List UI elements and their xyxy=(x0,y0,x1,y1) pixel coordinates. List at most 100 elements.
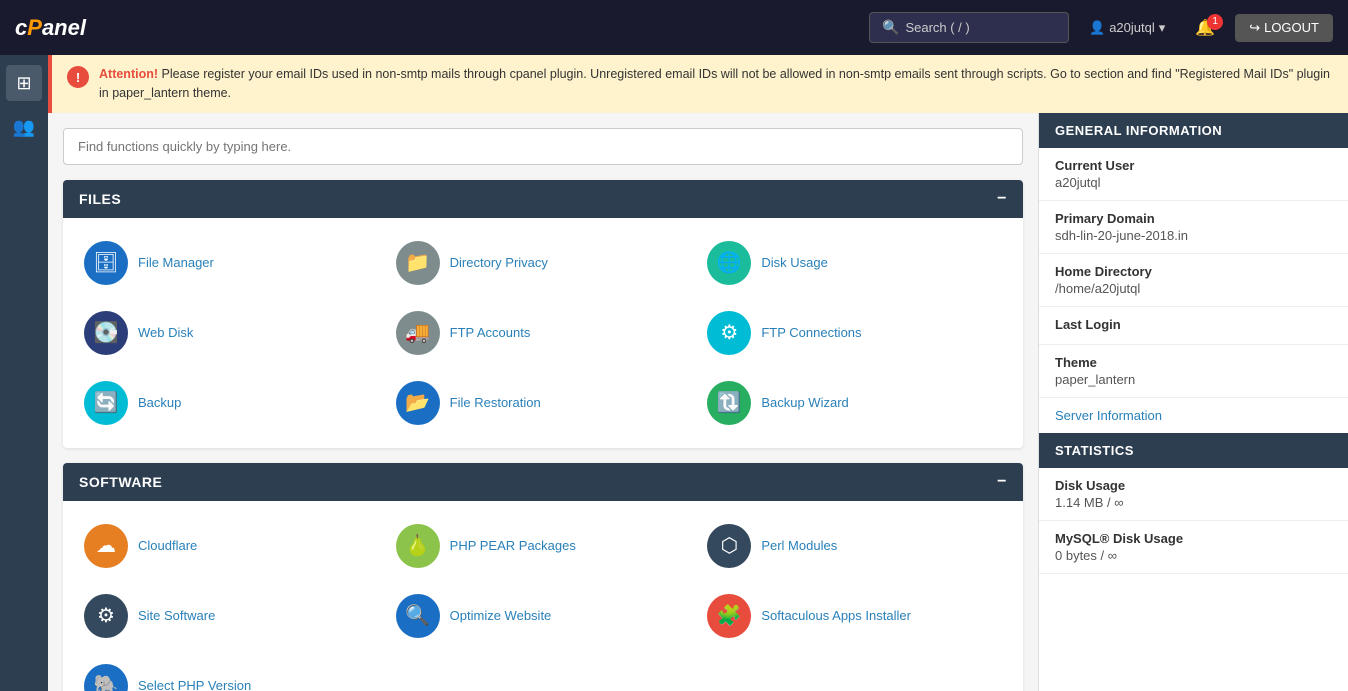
section-item-ftp-connections[interactable]: ⚙ FTP Connections xyxy=(701,303,1008,363)
panel-value: sdh-lin-20-june-2018.in xyxy=(1055,228,1332,243)
stats-value: 0 bytes / ∞ xyxy=(1055,548,1332,563)
item-icon-web-disk: 💽 xyxy=(84,311,128,355)
item-icon-directory-privacy: 📁 xyxy=(396,241,440,285)
alert-title: Attention! xyxy=(99,67,158,81)
panel-row-theme: Theme paper_lantern xyxy=(1039,345,1348,398)
item-icon-optimize-website: 🔍 xyxy=(396,594,440,638)
panel-row-primary-domain: Primary Domain sdh-lin-20-june-2018.in xyxy=(1039,201,1348,254)
item-icon-file-manager: 🗄 xyxy=(84,241,128,285)
logout-icon: ↪ xyxy=(1249,20,1260,36)
item-label-perl-modules: Perl Modules xyxy=(761,538,837,553)
item-icon-perl-modules: ⬡ xyxy=(707,524,751,568)
stats-row-disk-usage: Disk Usage 1.14 MB / ∞ xyxy=(1039,468,1348,521)
search-label: Search ( / ) xyxy=(905,20,969,35)
panel-label: Current User xyxy=(1055,158,1332,173)
section-item-backup-wizard[interactable]: 🔃 Backup Wizard xyxy=(701,373,1008,433)
item-icon-backup-wizard: 🔃 xyxy=(707,381,751,425)
section-item-optimize-website[interactable]: 🔍 Optimize Website xyxy=(390,586,697,646)
section-header-files[interactable]: FILES − xyxy=(63,180,1023,218)
alert-banner: ! Attention! Please register your email … xyxy=(48,55,1348,113)
section-item-cloudflare[interactable]: ☁ Cloudflare xyxy=(78,516,385,576)
search-icon: 🔍 xyxy=(882,19,899,36)
content-wrapper: FILES − 🗄 File Manager 📁 Directory Privac… xyxy=(48,113,1348,691)
topnav: cPanel 🔍 Search ( / ) 👤 a20jutql ▾ 🔔 1 ↪… xyxy=(0,0,1348,55)
section-toggle-software[interactable]: − xyxy=(997,473,1007,491)
sidebar-item-users[interactable]: 👥 xyxy=(6,109,42,145)
alert-message: Please register your email IDs used in n… xyxy=(99,67,1330,100)
section-item-file-restoration[interactable]: 📂 File Restoration xyxy=(390,373,697,433)
section-body-software: ☁ Cloudflare 🍐 PHP PEAR Packages ⬡ Perl … xyxy=(63,501,1023,691)
section-item-softaculous-apps-installer[interactable]: 🧩 Softaculous Apps Installer xyxy=(701,586,1008,646)
item-label-file-manager: File Manager xyxy=(138,255,214,270)
server-information-link[interactable]: Server Information xyxy=(1039,398,1348,433)
item-label-cloudflare: Cloudflare xyxy=(138,538,197,553)
layout: ⊞ 👥 ! Attention! Please register your em… xyxy=(0,55,1348,691)
section-header-software[interactable]: SOFTWARE − xyxy=(63,463,1023,501)
section-item-directory-privacy[interactable]: 📁 Directory Privacy xyxy=(390,233,697,293)
section-item-php-pear-packages[interactable]: 🍐 PHP PEAR Packages xyxy=(390,516,697,576)
logo: cPanel xyxy=(15,15,86,41)
sidebar: ⊞ 👥 xyxy=(0,55,48,691)
section-item-web-disk[interactable]: 💽 Web Disk xyxy=(78,303,385,363)
panel-value: /home/a20jutql xyxy=(1055,281,1332,296)
section-item-disk-usage[interactable]: 🌐 Disk Usage xyxy=(701,233,1008,293)
item-label-disk-usage: Disk Usage xyxy=(761,255,827,270)
general-info-body: Current User a20jutql Primary Domain sdh… xyxy=(1039,148,1348,398)
section-item-file-manager[interactable]: 🗄 File Manager xyxy=(78,233,385,293)
item-label-directory-privacy: Directory Privacy xyxy=(450,255,548,270)
right-panel: GENERAL INFORMATION Current User a20jutq… xyxy=(1038,113,1348,691)
panel-label: Theme xyxy=(1055,355,1332,370)
main-search-input[interactable] xyxy=(63,128,1023,165)
main-content: ! Attention! Please register your email … xyxy=(48,55,1348,691)
content-main: FILES − 🗄 File Manager 📁 Directory Privac… xyxy=(48,113,1038,691)
username: a20jutql xyxy=(1109,20,1155,35)
panel-value: paper_lantern xyxy=(1055,372,1332,387)
stats-label: Disk Usage xyxy=(1055,478,1332,493)
item-icon-cloudflare: ☁ xyxy=(84,524,128,568)
section-toggle-files[interactable]: − xyxy=(997,190,1007,208)
item-label-php-pear-packages: PHP PEAR Packages xyxy=(450,538,576,553)
stats-label: MySQL® Disk Usage xyxy=(1055,531,1332,546)
stats-row-mysql®-disk-usage: MySQL® Disk Usage 0 bytes / ∞ xyxy=(1039,521,1348,574)
section-item-ftp-accounts[interactable]: 🚚 FTP Accounts xyxy=(390,303,697,363)
item-label-optimize-website: Optimize Website xyxy=(450,608,552,623)
section-item-site-software[interactable]: ⚙ Site Software xyxy=(78,586,385,646)
panel-label: Primary Domain xyxy=(1055,211,1332,226)
item-label-web-disk: Web Disk xyxy=(138,325,193,340)
section-body-files: 🗄 File Manager 📁 Directory Privacy 🌐 Dis… xyxy=(63,218,1023,448)
stats-body: Disk Usage 1.14 MB / ∞ MySQL® Disk Usage… xyxy=(1039,468,1348,574)
item-icon-select-php-version: 🐘 xyxy=(84,664,128,691)
section-item-select-php-version[interactable]: 🐘 Select PHP Version xyxy=(78,656,385,691)
alert-icon: ! xyxy=(67,66,89,88)
item-label-backup: Backup xyxy=(138,395,181,410)
item-label-ftp-accounts: FTP Accounts xyxy=(450,325,531,340)
item-label-softaculous-apps-installer: Softaculous Apps Installer xyxy=(761,608,911,623)
section-item-backup[interactable]: 🔄 Backup xyxy=(78,373,385,433)
item-icon-ftp-connections: ⚙ xyxy=(707,311,751,355)
panel-label: Last Login xyxy=(1055,317,1332,332)
item-label-select-php-version: Select PHP Version xyxy=(138,678,251,691)
general-info-header: GENERAL INFORMATION xyxy=(1039,113,1348,148)
user-menu[interactable]: 👤 a20jutql ▾ xyxy=(1079,14,1175,42)
section-item-perl-modules[interactable]: ⬡ Perl Modules xyxy=(701,516,1008,576)
stats-value: 1.14 MB / ∞ xyxy=(1055,495,1332,510)
sidebar-item-grid[interactable]: ⊞ xyxy=(6,65,42,101)
section-title-files: FILES xyxy=(79,191,121,207)
panel-row-last-login: Last Login xyxy=(1039,307,1348,345)
panel-row-current-user: Current User a20jutql xyxy=(1039,148,1348,201)
section-title-software: SOFTWARE xyxy=(79,474,162,490)
section-files: FILES − 🗄 File Manager 📁 Directory Privac… xyxy=(63,180,1023,448)
notification-bell[interactable]: 🔔 1 xyxy=(1185,12,1225,44)
logout-label: LOGOUT xyxy=(1264,20,1319,35)
item-icon-php-pear-packages: 🍐 xyxy=(396,524,440,568)
panel-row-home-directory: Home Directory /home/a20jutql xyxy=(1039,254,1348,307)
item-icon-site-software: ⚙ xyxy=(84,594,128,638)
alert-text: Attention! Please register your email ID… xyxy=(99,65,1333,103)
user-icon: 👤 xyxy=(1089,20,1105,36)
item-label-file-restoration: File Restoration xyxy=(450,395,541,410)
sections-container: FILES − 🗄 File Manager 📁 Directory Privac… xyxy=(63,180,1023,691)
section-software: SOFTWARE − ☁ Cloudflare 🍐 PHP PEAR Packag… xyxy=(63,463,1023,691)
logout-button[interactable]: ↪ LOGOUT xyxy=(1235,14,1333,42)
item-label-site-software: Site Software xyxy=(138,608,215,623)
search-box[interactable]: 🔍 Search ( / ) xyxy=(869,12,1069,43)
